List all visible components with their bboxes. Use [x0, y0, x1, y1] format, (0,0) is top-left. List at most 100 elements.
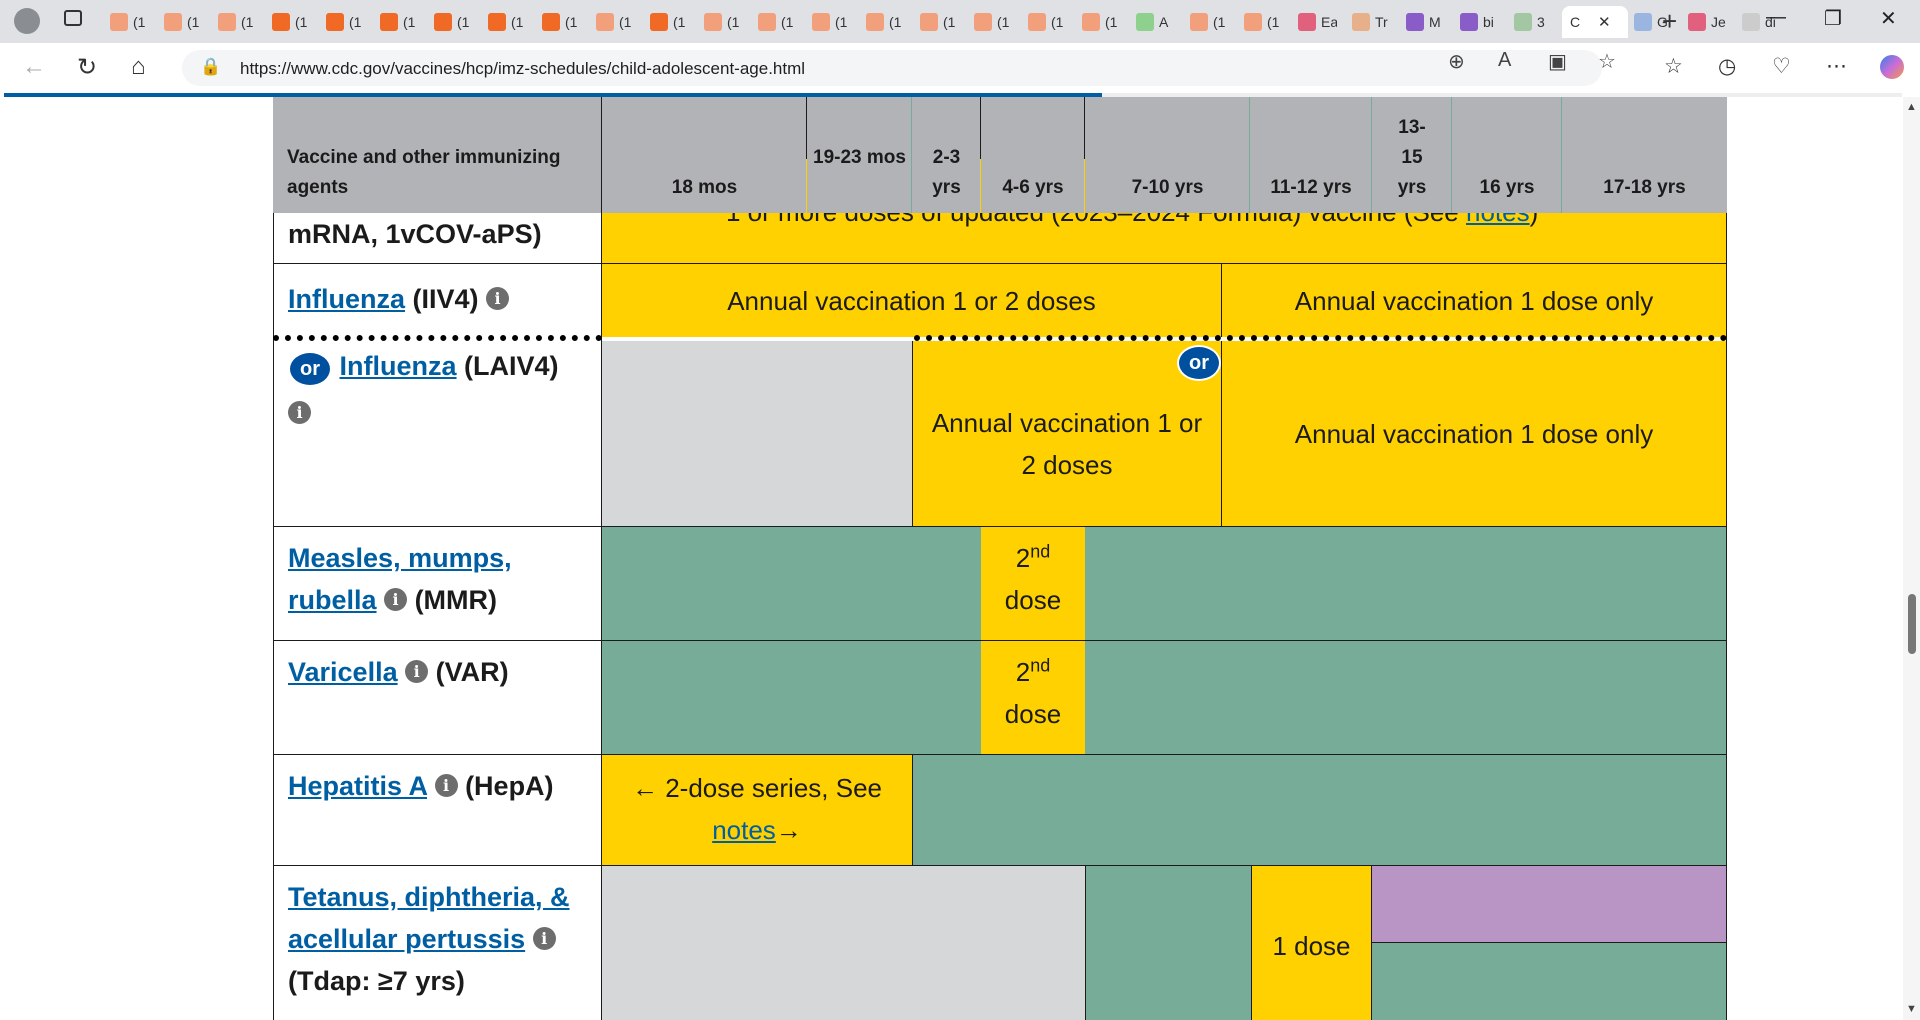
- hepa-link[interactable]: Hepatitis A: [288, 771, 427, 801]
- tab-favicon-icon: [110, 13, 128, 31]
- browser-tab[interactable]: (1: [212, 6, 266, 38]
- tdap-catchup-range: [1086, 866, 1251, 1020]
- zoom-icon[interactable]: ⊕: [1448, 49, 1465, 74]
- tab-favicon-icon: [488, 13, 506, 31]
- favorite-star-icon[interactable]: ☆: [1598, 49, 1616, 74]
- more-options-icon[interactable]: ⋯: [1826, 54, 1847, 79]
- copilot-icon[interactable]: [1880, 55, 1904, 79]
- browser-toolbar: ← ↻ ⌂ 🔒 https://www.cdc.gov/vaccines/hcp…: [0, 43, 1920, 93]
- info-icon[interactable]: i: [405, 660, 429, 684]
- vertical-scrollbar[interactable]: ▲ ▼: [1903, 97, 1920, 1020]
- or-badge: or: [288, 351, 332, 387]
- age-header-7-10yrs: 7-10 yrs: [1131, 177, 1204, 198]
- tab-title: (1: [349, 14, 362, 30]
- refresh-button[interactable]: ↻: [77, 53, 97, 82]
- age-header-19-23mos: 19-23 mos: [813, 147, 906, 168]
- scroll-down-arrow-icon[interactable]: ▼: [1906, 1003, 1917, 1015]
- hepa-notes-link[interactable]: notes: [712, 815, 776, 845]
- browser-tab[interactable]: (1: [806, 6, 860, 38]
- info-icon[interactable]: i: [384, 588, 408, 612]
- influenza-laiv4-link[interactable]: Influenza: [340, 351, 457, 381]
- browser-tab[interactable]: (1: [914, 6, 968, 38]
- varicella-name: Varicella i (VAR): [288, 657, 509, 687]
- immersive-reader-icon[interactable]: ▣: [1548, 49, 1567, 74]
- tab-favicon-icon: [974, 13, 992, 31]
- read-aloud-icon[interactable]: A: [1498, 49, 1511, 72]
- tab-favicon-icon: [1136, 13, 1154, 31]
- tab-favicon-icon: [704, 13, 722, 31]
- browser-tab[interactable]: Je: [1682, 6, 1736, 38]
- info-icon[interactable]: i: [486, 287, 510, 311]
- back-button[interactable]: ←: [22, 53, 46, 81]
- tab-actions-icon[interactable]: [64, 10, 82, 26]
- close-tab-icon[interactable]: ✕: [1598, 13, 1611, 31]
- browser-tab[interactable]: C ✕: [1562, 6, 1628, 38]
- browser-tab[interactable]: (1: [968, 6, 1022, 38]
- favorites-icon[interactable]: ☆: [1664, 54, 1683, 79]
- new-tab-button[interactable]: +: [1662, 8, 1677, 34]
- varicella-link[interactable]: Varicella: [288, 657, 398, 687]
- hepa-catchup-range: [913, 755, 1726, 865]
- browser-essentials-icon[interactable]: ♡: [1772, 54, 1791, 79]
- profile-avatar-icon[interactable]: [14, 8, 40, 34]
- tab-favicon-icon: [380, 13, 398, 31]
- browser-tab[interactable]: 3: [1508, 6, 1562, 38]
- var-catchup-range: [602, 641, 981, 754]
- tab-favicon-icon: [326, 13, 344, 31]
- tdap-1-dose: 1 dose: [1252, 866, 1371, 1020]
- browser-tab[interactable]: (1: [482, 6, 536, 38]
- browser-tab[interactable]: M: [1400, 6, 1454, 38]
- browser-tab[interactable]: Tr: [1346, 6, 1400, 38]
- influenza-laiv4-name: or Influenza (LAIV4) i: [274, 341, 601, 526]
- scroll-up-arrow-icon[interactable]: ▲: [1906, 101, 1917, 113]
- tab-title: (1: [511, 14, 524, 30]
- browser-tab[interactable]: (1: [752, 6, 806, 38]
- mmr-link-line1[interactable]: Measles, mumps,: [288, 543, 512, 573]
- tab-title: (1: [403, 14, 416, 30]
- browser-tab[interactable]: (1: [1022, 6, 1076, 38]
- browser-tab[interactable]: (1: [374, 6, 428, 38]
- browser-tab[interactable]: (1: [590, 6, 644, 38]
- browser-tab[interactable]: (1: [266, 6, 320, 38]
- browser-tab[interactable]: (1: [1184, 6, 1238, 38]
- tab-title: A: [1159, 14, 1169, 30]
- browser-tab[interactable]: (1: [104, 6, 158, 38]
- tab-favicon-icon: [1460, 13, 1478, 31]
- home-button[interactable]: ⌂: [131, 53, 146, 81]
- browser-tab[interactable]: (1: [860, 6, 914, 38]
- age-header-17-18yrs: 17-18 yrs: [1603, 177, 1686, 198]
- tab-title: (1: [835, 14, 848, 30]
- browser-tab[interactable]: (1: [158, 6, 212, 38]
- info-icon[interactable]: i: [288, 401, 311, 424]
- influenza-iiv4-link[interactable]: Influenza: [288, 284, 405, 314]
- info-icon[interactable]: i: [434, 774, 458, 798]
- tab-favicon-icon: [434, 13, 452, 31]
- lock-icon[interactable]: 🔒: [200, 57, 221, 77]
- address-bar[interactable]: 🔒 https://www.cdc.gov/vaccines/hcp/imz-s…: [182, 50, 1602, 86]
- browser-tab[interactable]: Ea: [1292, 6, 1346, 38]
- browser-tab[interactable]: (1: [1238, 6, 1292, 38]
- browser-tab[interactable]: (1: [428, 6, 482, 38]
- browser-tab[interactable]: (1: [320, 6, 374, 38]
- restore-button[interactable]: ❐: [1824, 6, 1842, 31]
- browser-tab[interactable]: (1: [644, 6, 698, 38]
- browser-tab[interactable]: A: [1130, 6, 1184, 38]
- browser-tab[interactable]: (1: [536, 6, 590, 38]
- close-window-button[interactable]: ✕: [1880, 6, 1897, 31]
- tdap-link-line2[interactable]: acellular pertussis: [288, 924, 525, 954]
- info-icon[interactable]: i: [532, 927, 556, 951]
- covid-vaccine-name: mRNA, 1vCOV-aPS): [274, 213, 601, 263]
- scroll-thumb[interactable]: [1908, 594, 1916, 654]
- tdap-link-line1[interactable]: Tetanus, diphtheria, &: [288, 882, 570, 912]
- tab-title: (1: [997, 14, 1010, 30]
- browser-tab[interactable]: (1: [1076, 6, 1130, 38]
- mmr-link-line2[interactable]: rubella: [288, 585, 377, 615]
- history-icon[interactable]: ◷: [1718, 54, 1736, 79]
- tab-title: (1: [133, 14, 146, 30]
- tab-favicon-icon: [596, 13, 614, 31]
- minimize-button[interactable]: —: [1766, 6, 1786, 29]
- browser-tab[interactable]: bi: [1454, 6, 1508, 38]
- browser-tab[interactable]: (1: [698, 6, 752, 38]
- iiv4-bar-1: Annual vaccination 1 or 2 doses: [602, 264, 1221, 337]
- age-header-11-12yrs: 11-12 yrs: [1270, 177, 1352, 198]
